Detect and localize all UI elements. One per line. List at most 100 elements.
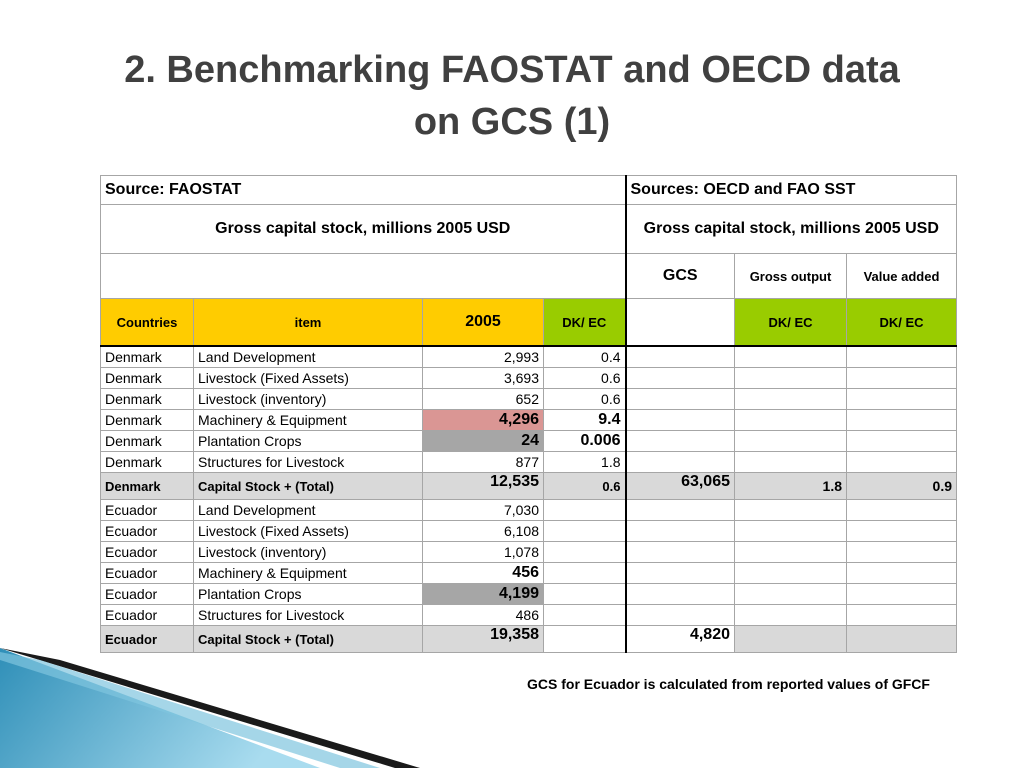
cell-item: Livestock (Fixed Assets)	[193, 520, 423, 542]
cell-item: Structures for Livestock	[193, 451, 423, 473]
total-row-denmark: Denmark Capital Stock + (Total) 12,535 0…	[100, 472, 958, 500]
cell-2005: 1,078	[422, 541, 544, 563]
slide-title: 2. Benchmarking FAOSTAT and OECD data on…	[0, 44, 1024, 148]
cell-country: Ecuador	[100, 520, 194, 542]
cell-2005: 24	[422, 430, 544, 452]
table-row: Ecuador Land Development 7,030	[100, 499, 958, 521]
table-row: Ecuador Structures for Livestock 486	[100, 604, 958, 626]
cell-item: Plantation Crops	[193, 430, 423, 452]
cell-country: Denmark	[100, 409, 194, 431]
cell-gcs	[625, 583, 735, 605]
cell-va	[845, 451, 958, 473]
cell-country: Denmark	[100, 388, 194, 410]
cell-2005: 3,693	[422, 367, 544, 389]
cell-2005: 486	[422, 604, 544, 626]
cell-country: Ecuador	[100, 583, 194, 605]
cell-go	[734, 345, 847, 368]
cell-ratio	[543, 625, 627, 653]
cell-country: Denmark	[100, 472, 194, 500]
col-dkec-2: DK/ EC	[734, 298, 847, 347]
cell-ratio: 1.8	[543, 451, 627, 473]
cell-go	[734, 625, 847, 653]
cell-go	[734, 583, 847, 605]
cell-country: Ecuador	[100, 625, 194, 653]
cell-2005: 7,030	[422, 499, 544, 521]
cell-gcs: 63,065	[625, 472, 735, 500]
cell-ratio	[543, 604, 627, 626]
cell-gcs	[625, 520, 735, 542]
cell-2005: 877	[422, 451, 544, 473]
cell-2005: 652	[422, 388, 544, 410]
gcs-header-right: Gross capital stock, millions 2005 USD	[624, 204, 958, 254]
table-row: Denmark Livestock (Fixed Assets) 3,693 0…	[100, 367, 958, 389]
cell-go	[734, 451, 847, 473]
col-empty	[625, 298, 735, 347]
empty-subheader	[100, 253, 627, 299]
col-dkec-1: DK/ EC	[543, 298, 627, 347]
cell-ratio: 0.006	[543, 430, 627, 452]
table-row: Ecuador Livestock (Fixed Assets) 6,108	[100, 520, 958, 542]
cell-item: Machinery & Equipment	[193, 409, 423, 431]
cell-va	[845, 604, 958, 626]
cell-va	[845, 562, 958, 584]
cell-2005: 4,296	[422, 409, 544, 431]
cell-go	[734, 430, 847, 452]
cell-2005: 4,199	[422, 583, 544, 605]
cell-va	[845, 520, 958, 542]
title-line-1: 2. Benchmarking FAOSTAT and OECD data	[124, 49, 900, 91]
cell-2005: 19,358	[422, 625, 544, 653]
cell-item: Livestock (Fixed Assets)	[193, 367, 423, 389]
cell-gcs	[625, 430, 735, 452]
table-row: Denmark Machinery & Equipment 4,296 9.4	[100, 409, 958, 431]
cell-ratio: 0.4	[543, 345, 627, 368]
cell-item: Land Development	[193, 499, 423, 521]
cell-gcs: 4,820	[625, 625, 735, 653]
cell-item: Livestock (inventory)	[193, 388, 423, 410]
title-line-2: on GCS (1)	[413, 101, 611, 143]
cell-gcs	[625, 604, 735, 626]
cell-country: Ecuador	[100, 604, 194, 626]
cell-ratio: 0.6	[543, 472, 627, 500]
cell-ratio: 9.4	[543, 409, 627, 431]
cell-go	[734, 541, 847, 563]
cell-item: Plantation Crops	[193, 583, 423, 605]
cell-gcs	[625, 345, 735, 368]
cell-ratio: 0.6	[543, 367, 627, 389]
cell-item: Livestock (inventory)	[193, 541, 423, 563]
subheader-value-added: Value added	[845, 253, 958, 299]
source-oecd: Sources: OECD and FAO SST	[624, 175, 958, 205]
cell-item: Land Development	[193, 345, 423, 368]
source-faostat: Source: FAOSTAT	[100, 175, 627, 205]
cell-country: Ecuador	[100, 541, 194, 563]
total-row-ecuador: Ecuador Capital Stock + (Total) 19,358 4…	[100, 625, 958, 653]
cell-gcs	[625, 499, 735, 521]
cell-go	[734, 604, 847, 626]
table-row: Denmark Livestock (inventory) 652 0.6	[100, 388, 958, 410]
cell-item: Capital Stock + (Total)	[193, 472, 423, 500]
cell-va	[845, 430, 958, 452]
cell-country: Denmark	[100, 430, 194, 452]
cell-ratio	[543, 499, 627, 521]
table-row: Ecuador Livestock (inventory) 1,078	[100, 541, 958, 563]
table-row: Ecuador Plantation Crops 4,199	[100, 583, 958, 605]
cell-item: Machinery & Equipment	[193, 562, 423, 584]
gcs-header-left: Gross capital stock, millions 2005 USD	[100, 204, 627, 254]
col-countries: Countries	[100, 298, 194, 347]
cell-va	[845, 409, 958, 431]
cell-go: 1.8	[734, 472, 847, 500]
cell-ratio	[543, 562, 627, 584]
cell-gcs	[625, 409, 735, 431]
table-row: Ecuador Machinery & Equipment 456	[100, 562, 958, 584]
cell-va	[845, 541, 958, 563]
subheader-gcs: GCS	[625, 253, 735, 299]
cell-gcs	[625, 541, 735, 563]
table-row: Denmark Structures for Livestock 877 1.8	[100, 451, 958, 473]
cell-2005: 456	[422, 562, 544, 584]
cell-country: Ecuador	[100, 499, 194, 521]
cell-gcs	[625, 562, 735, 584]
cell-va: 0.9	[845, 472, 958, 500]
cell-item: Capital Stock + (Total)	[193, 625, 423, 653]
cell-ratio	[543, 541, 627, 563]
cell-country: Denmark	[100, 345, 194, 368]
cell-country: Ecuador	[100, 562, 194, 584]
